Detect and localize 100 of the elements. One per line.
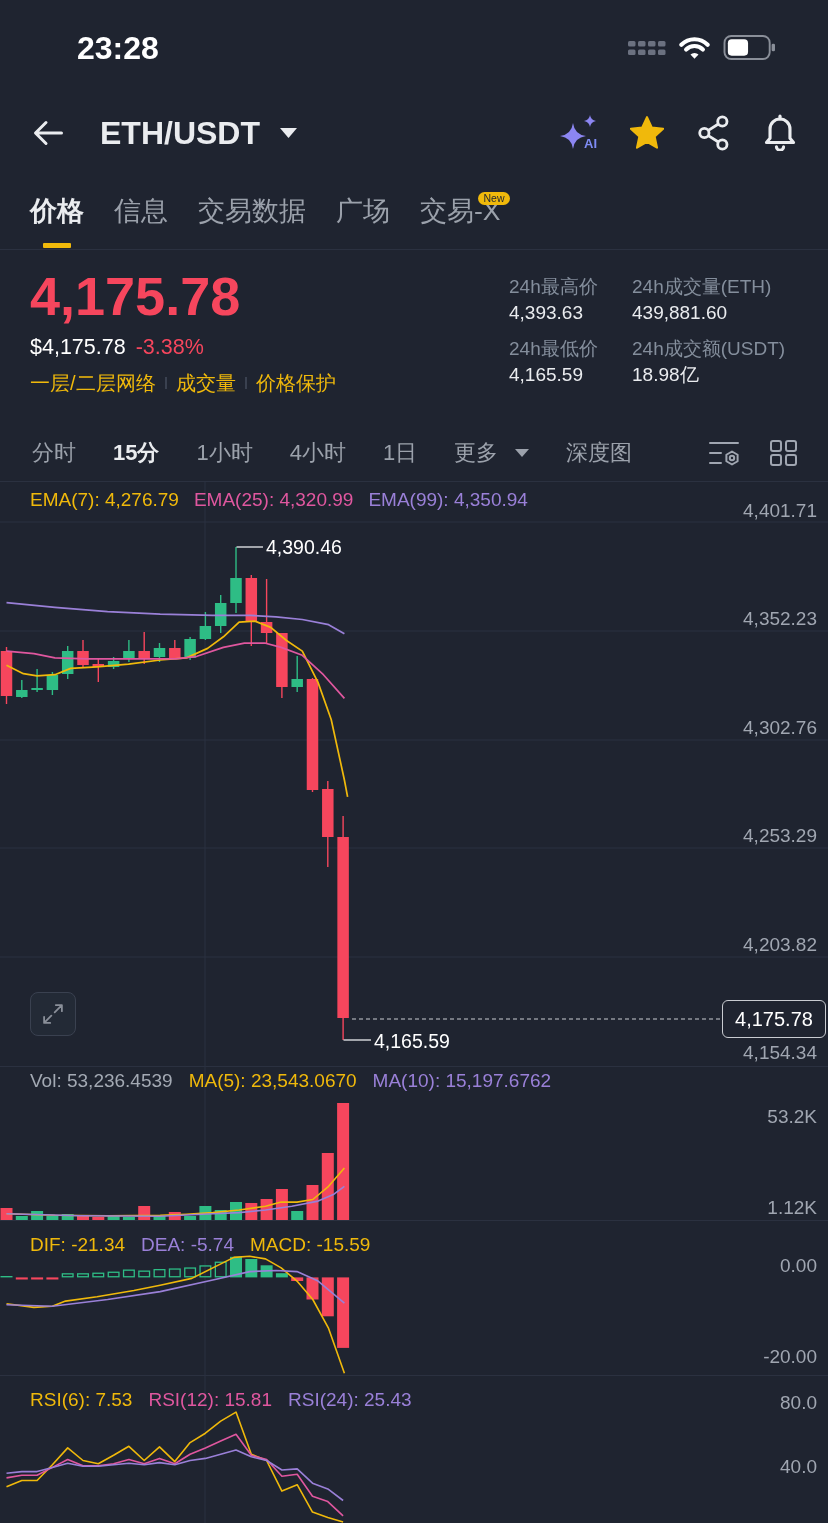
candlestick: [153, 642, 166, 663]
candlestick: [0, 646, 13, 705]
candlestick: [31, 668, 43, 693]
indicator-label: MA(5): 23,543.0670: [188, 1070, 357, 1092]
candlestick: [230, 546, 242, 614]
tab[interactable]: 价格: [30, 170, 84, 248]
star-icon[interactable]: [630, 116, 664, 149]
settings-icon[interactable]: [708, 440, 740, 466]
interval-tab[interactable]: 更多: [454, 439, 530, 467]
candlestick: [169, 639, 181, 660]
indicator-label: RSI(24): 25.43: [288, 1389, 412, 1411]
macd-bar: [214, 1261, 227, 1278]
axis-label: 80.0: [780, 1392, 817, 1414]
candlestick: [291, 655, 303, 693]
macd-bar: [337, 1277, 350, 1348]
tab[interactable]: 交易数据: [198, 170, 306, 248]
volume-bar: [107, 1216, 120, 1220]
new-badge: New: [478, 192, 510, 205]
status-time: 23:28: [77, 28, 159, 67]
macd-bar: [168, 1268, 181, 1278]
candlestick: [276, 632, 288, 699]
macd-bar: [31, 1277, 44, 1280]
volume-bar: [15, 1216, 28, 1220]
share-icon[interactable]: [697, 114, 731, 151]
candlestick: [260, 578, 273, 644]
axis-label: 0.00: [780, 1255, 817, 1277]
volume-bar: [321, 1153, 334, 1220]
last-price-tag: 4,175.78: [722, 1000, 826, 1038]
stat-label: 24h成交量(ETH): [632, 275, 773, 299]
indicator-label: EMA(7): 4,276.79: [30, 489, 179, 511]
macd-bar: [184, 1267, 197, 1278]
indicator-label: DEA: -5.74: [141, 1234, 234, 1256]
caret-icon: [280, 127, 297, 138]
high-price-label: 4,390.46: [266, 536, 342, 558]
stat-value: 4,393.63: [509, 301, 584, 325]
macd-bar: [275, 1273, 288, 1278]
indicator-label: RSI(6): 7.53: [30, 1389, 133, 1411]
volume-bar: [214, 1210, 227, 1220]
last-price: 4,175.78: [30, 266, 242, 326]
axis-label: 4,401.71: [743, 500, 817, 522]
volume-bar: [61, 1214, 74, 1220]
macd-bar: [92, 1272, 105, 1278]
indicator-label: RSI(12): 15.81: [148, 1389, 272, 1411]
info-link[interactable]: 一层/二层网络: [30, 368, 156, 398]
candlestick: [138, 631, 150, 665]
interval-tab[interactable]: 分时: [32, 439, 76, 467]
interval-tab[interactable]: 1日: [383, 439, 418, 467]
pair-selector[interactable]: ETH/USDT: [100, 112, 297, 153]
indicator-label: MACD: -15.59: [250, 1234, 371, 1256]
info-link[interactable]: 成交量: [175, 368, 236, 398]
indicator-label: Vol: 53,236.4539: [30, 1070, 173, 1092]
candlestick: [16, 679, 28, 699]
stat-label: 24h最低价: [509, 337, 599, 361]
stat-value: 439,881.60: [632, 301, 729, 325]
volume-bar: [77, 1216, 89, 1220]
candlestick: [107, 656, 120, 670]
candlestick: [61, 645, 74, 680]
macd-bar: [138, 1270, 151, 1278]
volume-bar: [291, 1211, 304, 1220]
caret-icon: [515, 449, 530, 457]
volume-bar: [153, 1216, 166, 1220]
candlestick: [46, 671, 59, 696]
price-change: -3.38%: [135, 334, 204, 361]
tab[interactable]: 信息: [114, 170, 168, 248]
expand-icon: [43, 1004, 63, 1024]
battery-icon: [723, 35, 776, 60]
volume-bar: [0, 1208, 13, 1220]
indicator-label: EMA(99): 4,350.94: [368, 489, 528, 511]
volume-bar: [92, 1217, 105, 1220]
interval-tab[interactable]: 1小时: [196, 439, 253, 467]
bell-icon[interactable]: [764, 114, 796, 151]
wifi-icon: [679, 35, 710, 60]
tab[interactable]: 广场: [336, 170, 390, 248]
candlestick: [214, 594, 227, 634]
volume-bar: [306, 1185, 319, 1220]
leader-line: [235, 546, 264, 548]
ai-button[interactable]: AI: [559, 114, 597, 151]
axis-label: 4,203.82: [743, 933, 817, 956]
axis-label: -20.00: [763, 1346, 817, 1368]
axis-label: 4,253.29: [743, 825, 817, 848]
grid-icon[interactable]: [770, 440, 797, 466]
low-price-label: 4,165.59: [374, 1030, 450, 1052]
candlestick: [123, 639, 135, 663]
axis-label: 4,302.76: [743, 716, 817, 739]
back-arrow-icon[interactable]: [33, 119, 63, 146]
stat-label: 24h成交额(USDT): [632, 337, 787, 361]
interval-tab[interactable]: 深度图: [566, 439, 633, 467]
expand-button[interactable]: [30, 992, 76, 1036]
macd-bar: [321, 1277, 334, 1317]
axis-label: 53.2K: [767, 1106, 817, 1128]
candlestick: [92, 658, 105, 683]
info-link[interactable]: 价格保护: [255, 368, 336, 398]
signal-icon: [628, 40, 666, 55]
leader-line: [342, 1039, 372, 1041]
stat-value: 4,165.59: [509, 363, 584, 387]
usd-price: $4,175.78: [30, 334, 126, 361]
macd-bar: [291, 1277, 304, 1281]
interval-tab[interactable]: 15分: [113, 439, 160, 467]
volume-bar: [168, 1212, 181, 1220]
interval-tab[interactable]: 4小时: [289, 439, 346, 467]
